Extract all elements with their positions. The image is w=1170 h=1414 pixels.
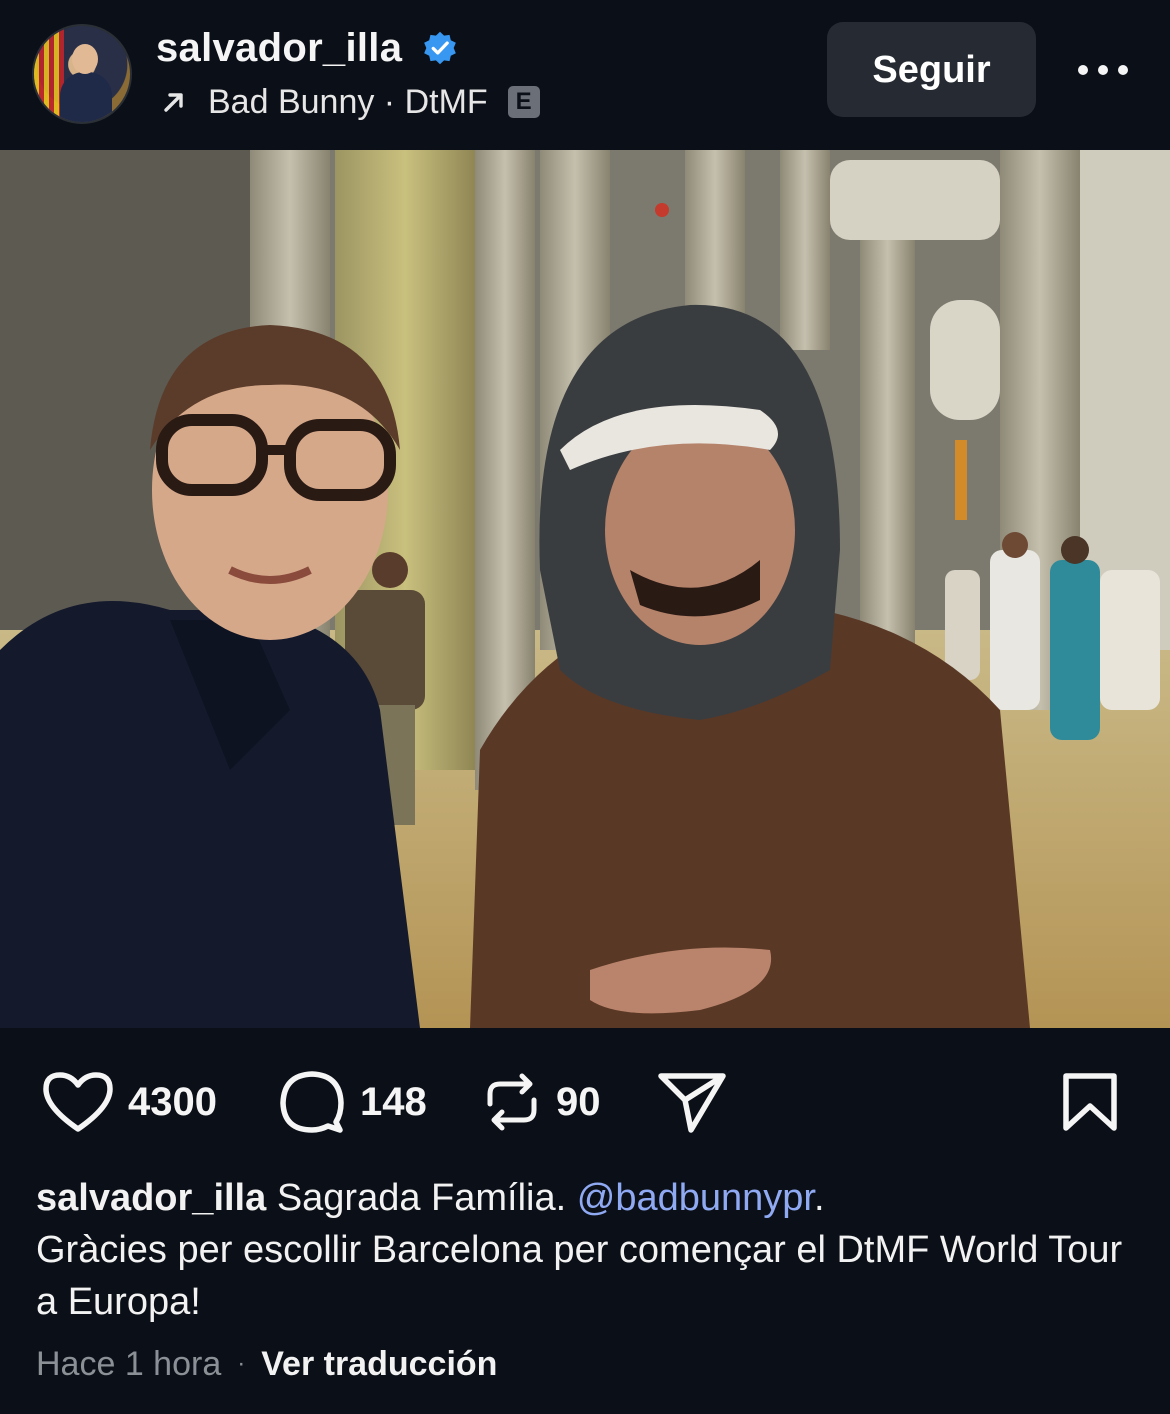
repost-count: 90 [556,1079,601,1124]
avatar[interactable] [32,24,132,124]
post-time: Hace 1 hora [36,1344,222,1383]
heart-icon [43,1072,113,1132]
like-action[interactable]: 4300 [42,1070,217,1134]
translate-link[interactable]: Ver traducción [261,1345,497,1384]
repost-action[interactable]: 90 [482,1070,601,1134]
caption-username[interactable]: salvador_illa [36,1177,266,1219]
follow-button[interactable]: Seguir [827,22,1036,117]
post-header: salvador_illa Bad Bunny · DtMF E Seguir [0,0,1170,150]
repost-icon [487,1073,537,1131]
music-attribution[interactable]: Bad Bunny · DtMF E [160,80,540,124]
explicit-badge: E [507,86,540,118]
verified-badge-icon [424,31,456,65]
meta-separator: · [237,1350,246,1377]
post-actions: 4300 148 90 [0,1040,1170,1160]
post-photo[interactable] [0,150,1170,1028]
caption-text-1: Sagrada Família. [276,1177,567,1219]
comment-icon [280,1071,344,1133]
comment-action[interactable]: 148 [278,1070,427,1134]
share-action[interactable] [657,1070,727,1134]
bookmark-icon[interactable] [1062,1072,1118,1132]
more-horizontal-icon[interactable] [1075,50,1131,90]
caption-period: . [813,1177,825,1219]
username-link[interactable]: salvador_illa [156,26,402,71]
arrow-up-right-icon [164,93,183,112]
post-meta: Hace 1 hora · Ver traducción [36,1340,497,1388]
music-label: Bad Bunny · DtMF [208,82,488,121]
photo-illustration [0,150,1170,1028]
avatar-figure [60,72,112,122]
send-icon [658,1073,726,1133]
comment-count: 148 [360,1079,427,1124]
post-caption: salvador_illa Sagrada Família. @badbunny… [36,1172,1136,1328]
caption-mention[interactable]: @badbunnypr [577,1177,814,1219]
avatar-face [72,44,98,74]
like-count: 4300 [128,1079,217,1124]
caption-text-2: Gràcies per escollir Barcelona per comen… [36,1229,1123,1323]
